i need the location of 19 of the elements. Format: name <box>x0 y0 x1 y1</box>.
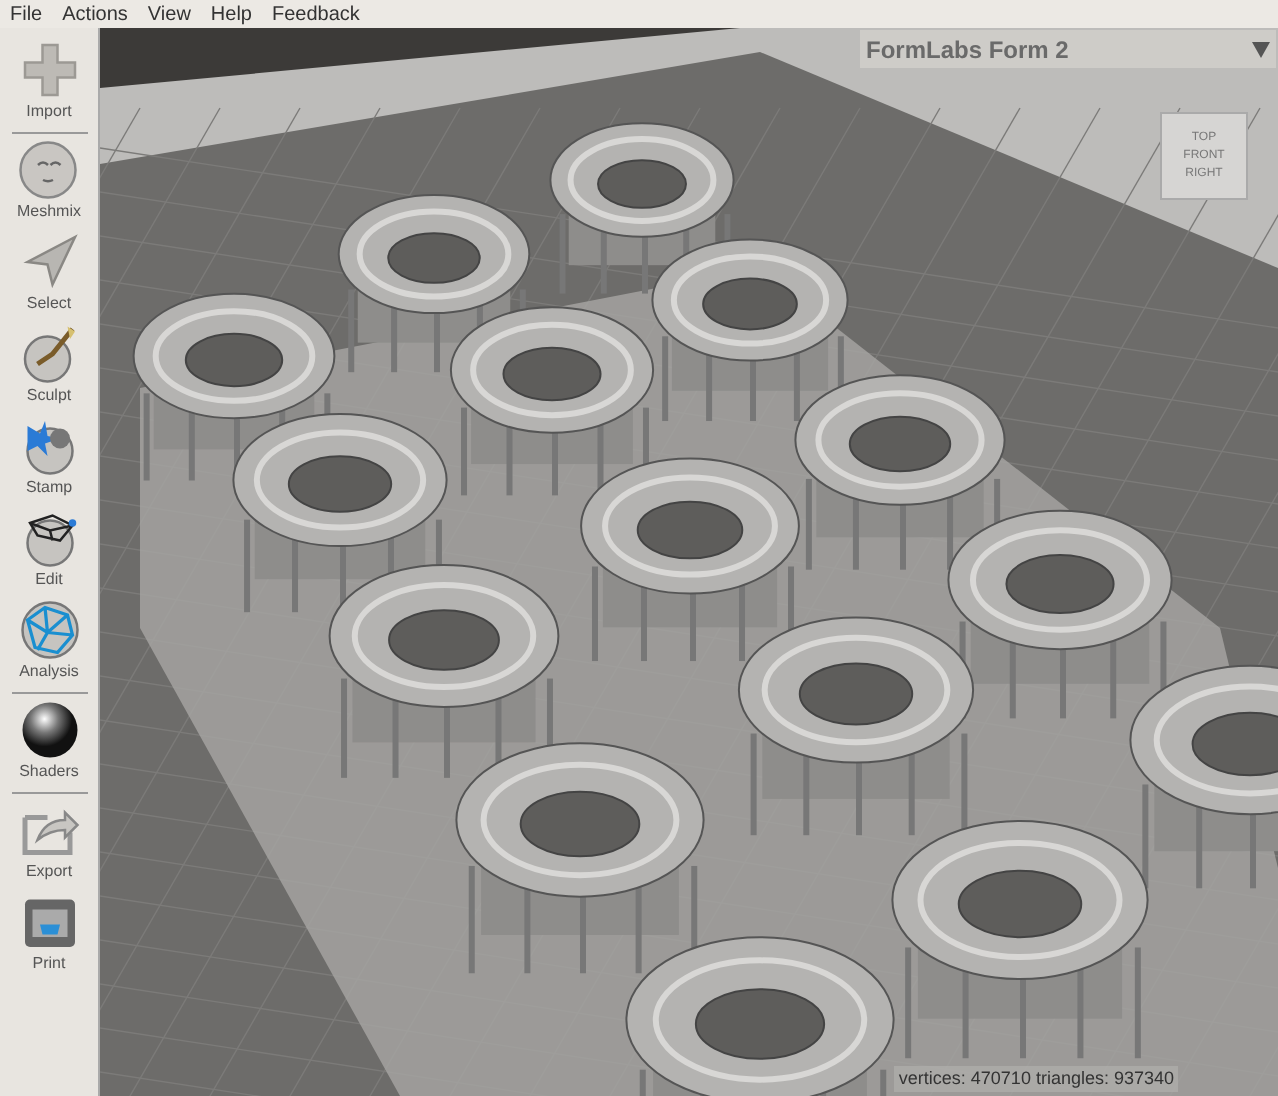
tool-label[interactable]: Edit <box>35 570 63 590</box>
tool-label[interactable]: Sculpt <box>26 386 72 406</box>
menu-item[interactable]: Actions <box>62 0 128 29</box>
tool-label[interactable]: Meshmix <box>16 202 81 222</box>
tool-label[interactable]: Shaders <box>19 762 79 782</box>
tool-label[interactable]: Stamp <box>25 478 73 498</box>
menu-item[interactable]: View <box>147 0 191 29</box>
tool-label[interactable]: Print <box>32 954 66 974</box>
tool-label[interactable]: Analysis <box>19 662 79 682</box>
menu-item[interactable]: Help <box>210 0 252 29</box>
mesh-stats: vertices: 470710 triangles: 937340 <box>894 1065 1178 1092</box>
tool-label[interactable]: Select <box>26 294 72 314</box>
caret-icon[interactable] <box>1252 41 1270 57</box>
tool-label[interactable]: Export <box>25 862 73 882</box>
tool-label[interactable]: Import <box>26 102 72 122</box>
printer-dropdown[interactable]: FormLabs Form 2 <box>860 30 1276 68</box>
menu-item[interactable]: File <box>10 0 43 29</box>
tool-icon[interactable] <box>19 700 79 760</box>
menu-item[interactable]: Feedback <box>272 0 360 29</box>
